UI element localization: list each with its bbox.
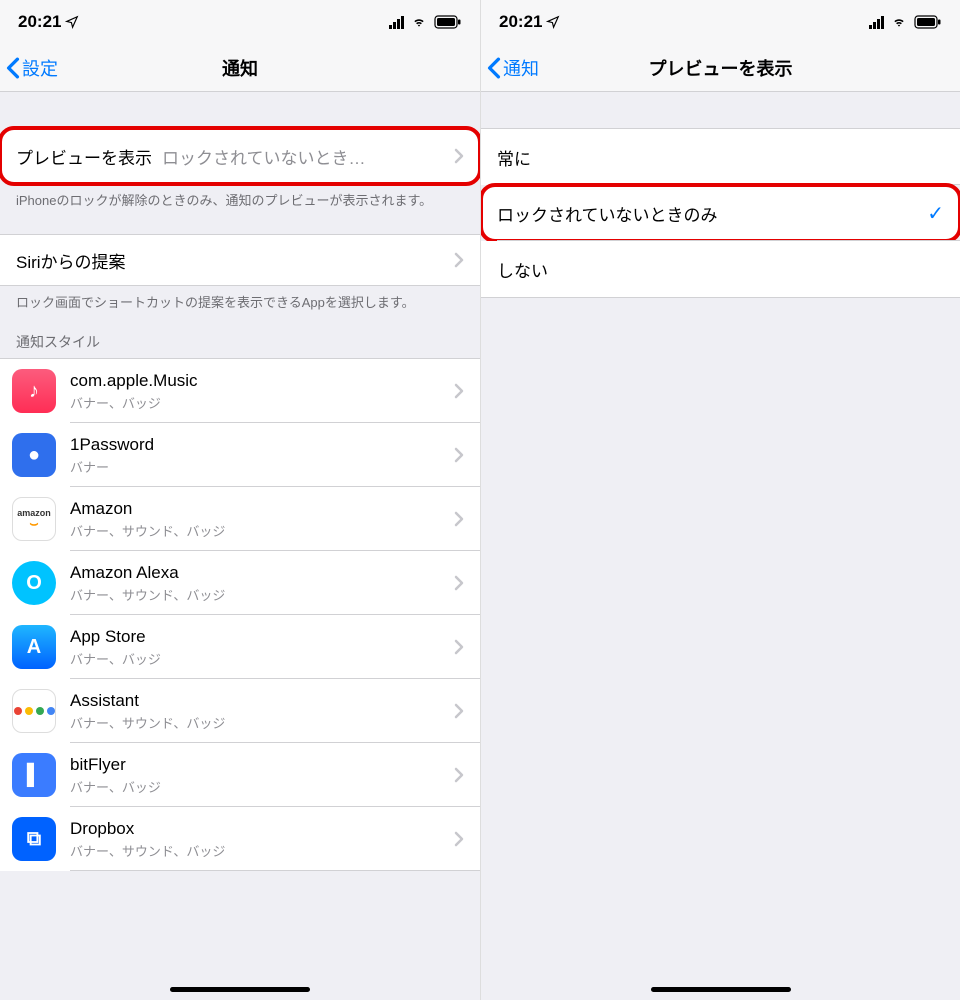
cellular-signal-icon [389,16,404,29]
back-button[interactable]: 通知 [487,55,539,81]
nav-bar: 通知 プレビューを表示 [481,44,960,92]
app-icon: A [12,625,56,669]
app-name: Dropbox [70,819,454,839]
chevron-right-icon [454,447,464,463]
option-label: しない [497,257,944,282]
cellular-signal-icon [869,16,884,29]
app-list: ♪ com.apple.Music バナー、バッジ ● 1Password バナー amaz… [0,358,480,871]
phone-notifications: 20:21 設定 通知 プレビューを表示 ロックされていないとき… iPhone… [0,0,480,1000]
checkmark-icon: ✓ [927,201,944,226]
battery-icon [914,15,942,29]
battery-icon [434,15,462,29]
app-row[interactable]: ▌ bitFlyer バナー、バッジ [0,743,480,807]
app-subtitle: バナー、サウンド、バッジ [70,713,454,732]
chevron-right-icon [454,639,464,655]
app-subtitle: バナー、サウンド、バッジ [70,841,454,860]
preview-option[interactable]: ロックされていないときのみ✓ [481,185,960,241]
app-icon [12,689,56,733]
nav-bar: 設定 通知 [0,44,480,92]
app-row[interactable]: ♪ com.apple.Music バナー、バッジ [0,359,480,423]
app-name: bitFlyer [70,755,454,775]
app-text: Dropbox バナー、サウンド、バッジ [70,819,454,860]
chevron-right-icon [454,511,464,527]
wifi-icon [890,15,908,29]
status-bar: 20:21 [481,0,960,44]
app-row[interactable]: A App Store バナー、バッジ [0,615,480,679]
preview-option-list: 常にロックされていないときのみ✓ しない [481,128,960,298]
app-text: App Store バナー、バッジ [70,627,454,668]
back-button[interactable]: 設定 [6,55,58,81]
chevron-left-icon [6,57,20,79]
chevron-left-icon [487,57,501,79]
back-label: 設定 [22,55,58,81]
app-subtitle: バナー、バッジ [70,393,454,412]
wifi-icon [410,15,428,29]
nav-title: 通知 [222,55,258,81]
show-preview-cell[interactable]: プレビューを表示 ロックされていないとき… [0,128,480,184]
app-row[interactable]: ● 1Password バナー [0,423,480,487]
show-preview-value: ロックされていないとき… [162,144,454,169]
home-indicator[interactable] [170,987,310,992]
app-subtitle: バナー、バッジ [70,649,454,668]
app-subtitle: バナー [70,457,454,476]
app-text: Amazon バナー、サウンド、バッジ [70,499,454,540]
app-row[interactable]: amazon⌣ Amazon バナー、サウンド、バッジ [0,487,480,551]
app-icon: ⧉ [12,817,56,861]
app-row[interactable]: ⧉ Dropbox バナー、サウンド、バッジ [0,807,480,871]
show-preview-label: プレビューを表示 [16,144,152,169]
app-icon: ● [12,433,56,477]
app-icon: ▌ [12,753,56,797]
app-name: 1Password [70,435,454,455]
app-name: Amazon [70,499,454,519]
home-indicator[interactable] [651,987,791,992]
app-name: Assistant [70,691,454,711]
option-label: ロックされていないときのみ [497,201,927,226]
siri-suggestions-label: Siriからの提案 [16,248,454,273]
status-time: 20:21 [18,12,61,32]
preview-option[interactable]: 常に [481,129,960,185]
app-text: Assistant バナー、サウンド、バッジ [70,691,454,732]
notification-style-header: 通知スタイル [0,312,480,358]
location-arrow-icon [65,15,79,29]
nav-title: プレビューを表示 [649,55,793,81]
app-icon: O [12,561,56,605]
app-text: Amazon Alexa バナー、サウンド、バッジ [70,563,454,604]
app-name: App Store [70,627,454,647]
chevron-right-icon [454,383,464,399]
chevron-right-icon [454,767,464,783]
chevron-right-icon [454,252,464,268]
app-subtitle: バナー、サウンド、バッジ [70,585,454,604]
app-icon: ♪ [12,369,56,413]
chevron-right-icon [454,831,464,847]
app-row[interactable]: Assistant バナー、サウンド、バッジ [0,679,480,743]
app-name: Amazon Alexa [70,563,454,583]
app-name: com.apple.Music [70,371,454,391]
siri-suggestions-footer: ロック画面でショートカットの提案を表示できるAppを選択します。 [0,286,480,312]
app-text: bitFlyer バナー、バッジ [70,755,454,796]
option-label: 常に [497,145,944,170]
back-label: 通知 [503,55,539,81]
show-preview-footer: iPhoneのロックが解除のときのみ、通知のプレビューが表示されます。 [0,184,480,210]
app-row[interactable]: O Amazon Alexa バナー、サウンド、バッジ [0,551,480,615]
status-time: 20:21 [499,12,542,32]
app-text: 1Password バナー [70,435,454,476]
chevron-right-icon [454,575,464,591]
siri-suggestions-cell[interactable]: Siriからの提案 [0,234,480,286]
app-text: com.apple.Music バナー、バッジ [70,371,454,412]
phone-preview-options: 20:21 通知 プレビューを表示 常にロックされていないときのみ✓ しない [480,0,960,1000]
chevron-right-icon [454,148,464,164]
chevron-right-icon [454,703,464,719]
status-bar: 20:21 [0,0,480,44]
app-subtitle: バナー、サウンド、バッジ [70,521,454,540]
preview-option[interactable]: しない [481,241,960,297]
app-subtitle: バナー、バッジ [70,777,454,796]
location-arrow-icon [546,15,560,29]
app-icon: amazon⌣ [12,497,56,541]
